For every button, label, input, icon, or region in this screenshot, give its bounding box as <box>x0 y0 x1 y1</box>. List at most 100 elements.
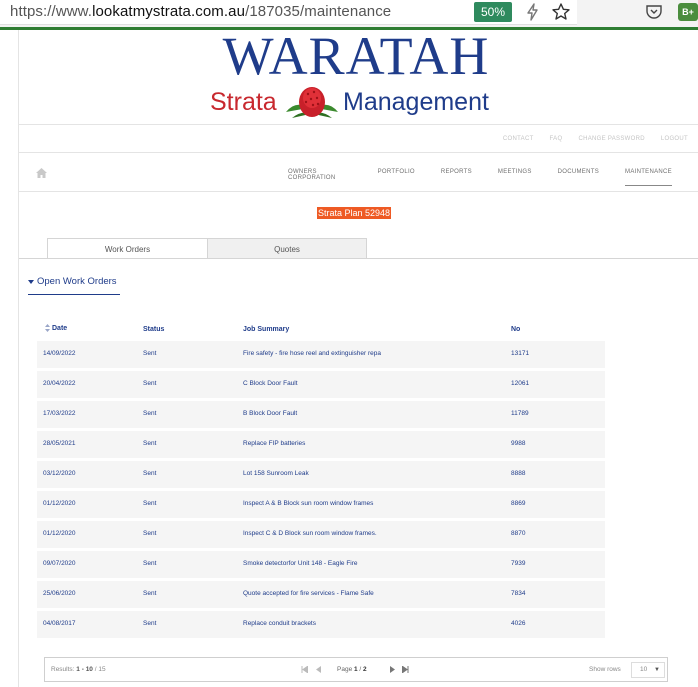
results-summary: Results: 1 - 10 / 15 <box>51 666 106 673</box>
total-pages: 2 <box>363 666 367 673</box>
cell-job-summary[interactable]: Smoke detectorfor Unit 148 - Eagle Fire <box>243 560 358 567</box>
cell-date: 17/03/2022 <box>43 410 76 417</box>
cell-status: Sent <box>143 530 157 537</box>
results-label: Results: <box>51 666 75 673</box>
tab-work-orders[interactable]: Work Orders <box>47 238 208 259</box>
cell-no: 7834 <box>511 590 526 597</box>
column-header-status[interactable]: Status <box>143 326 164 333</box>
table-row[interactable]: 25/06/2020 Sent Quote accepted for fire … <box>37 581 605 608</box>
cell-date: 20/04/2022 <box>43 380 76 387</box>
table-row[interactable]: 28/05/2021 Sent Replace FIP batteries 99… <box>37 431 605 458</box>
home-icon[interactable] <box>36 168 47 178</box>
open-work-orders-toggle[interactable]: Open Work Orders <box>28 276 117 287</box>
cell-status: Sent <box>143 590 157 597</box>
reader-bolt-icon[interactable] <box>523 2 543 22</box>
cell-no: 9988 <box>511 440 526 447</box>
dropdown-arrow-icon: ▼ <box>654 667 660 673</box>
column-header-date-label: Date <box>52 325 68 332</box>
cell-status: Sent <box>143 380 157 387</box>
prev-page-icon[interactable] <box>316 666 322 673</box>
zoom-level-badge[interactable]: 50% <box>474 2 512 22</box>
results-range: 1 - 10 <box>76 666 93 673</box>
column-header-no[interactable]: No <box>511 326 520 333</box>
cell-job-summary[interactable]: Lot 158 Sunroom Leak <box>243 470 309 477</box>
utility-divider <box>19 152 698 153</box>
cell-job-summary[interactable]: Quote accepted for fire services - Flame… <box>243 590 374 597</box>
table-row[interactable]: 14/09/2022 Sent Fire safety - fire hose … <box>37 341 605 368</box>
results-total: 15 <box>98 666 106 673</box>
logo-sub-left: Strata <box>210 88 277 116</box>
utility-nav: CONTACT FAQ CHANGE PASSWORD LOGOUT <box>503 136 688 142</box>
table-row[interactable]: 09/07/2020 Sent Smoke detectorfor Unit 1… <box>37 551 605 578</box>
cell-date: 28/05/2021 <box>43 440 76 447</box>
cell-date: 01/12/2020 <box>43 530 76 537</box>
table-row[interactable]: 01/12/2020 Sent Inspect C & D Block sun … <box>37 521 605 548</box>
cell-status: Sent <box>143 470 157 477</box>
extension-icon[interactable]: B+ <box>678 3 698 21</box>
page-indicator: Page 1 / 2 <box>337 666 367 673</box>
cell-job-summary[interactable]: C Block Door Fault <box>243 380 298 387</box>
page-label: Page <box>337 666 353 673</box>
table-row[interactable]: 20/04/2022 Sent C Block Door Fault 12061 <box>37 371 605 398</box>
column-header-job-summary[interactable]: Job Summary <box>243 326 289 333</box>
sort-icon <box>45 324 50 332</box>
waratah-flower-icon <box>286 87 338 118</box>
cell-status: Sent <box>143 440 157 447</box>
cell-date: 09/07/2020 <box>43 560 76 567</box>
cell-date: 03/12/2020 <box>43 470 76 477</box>
cell-job-summary[interactable]: B Block Door Fault <box>243 410 297 417</box>
cell-job-summary[interactable]: Replace conduit brackets <box>243 620 316 627</box>
column-header-date[interactable]: Date <box>45 324 67 332</box>
waratah-logo[interactable]: WARATAH Strata Management <box>210 29 502 122</box>
cell-status: Sent <box>143 350 157 357</box>
next-page-icon[interactable] <box>389 666 395 673</box>
cell-job-summary[interactable]: Fire safety - fire hose reel and extingu… <box>243 350 381 357</box>
cell-no: 8888 <box>511 470 526 477</box>
util-link-contact[interactable]: CONTACT <box>503 136 534 142</box>
cell-no: 12061 <box>511 380 530 387</box>
url-text[interactable]: https://www.lookatmystrata.com.au/187035… <box>10 3 391 20</box>
main-nav: OWNERS CORPORATION PORTFOLIO REPORTS MEE… <box>288 169 698 186</box>
rows-per-page-value: 10 <box>640 666 648 673</box>
show-rows-label: Show rows <box>589 666 621 673</box>
pocket-icon[interactable] <box>645 3 663 21</box>
section-title: Open Work Orders <box>37 276 117 287</box>
tab-divider <box>19 258 698 259</box>
util-link-faq[interactable]: FAQ <box>550 136 563 142</box>
url-path: /187035/maintenance <box>245 3 392 20</box>
cell-status: Sent <box>143 620 157 627</box>
cell-date: 01/12/2020 <box>43 500 76 507</box>
cell-job-summary[interactable]: Inspect C & D Block sun room window fram… <box>243 530 377 537</box>
cell-date: 04/08/2017 <box>43 620 76 627</box>
nav-portfolio[interactable]: PORTFOLIO <box>378 169 415 181</box>
cell-no: 8870 <box>511 530 526 537</box>
cell-status: Sent <box>143 410 157 417</box>
cell-no: 8869 <box>511 500 526 507</box>
table-row[interactable]: 04/08/2017 Sent Replace conduit brackets… <box>37 611 605 638</box>
last-page-icon[interactable] <box>402 666 409 673</box>
table-row[interactable]: 17/03/2022 Sent B Block Door Fault 11789 <box>37 401 605 428</box>
util-link-logout[interactable]: LOGOUT <box>661 136 688 142</box>
nav-meetings[interactable]: MEETINGS <box>498 169 532 181</box>
bookmark-star-icon[interactable] <box>551 2 571 22</box>
section-underline <box>28 294 120 295</box>
util-link-change-password[interactable]: CHANGE PASSWORD <box>578 136 644 142</box>
nav-documents[interactable]: DOCUMENTS <box>558 169 599 181</box>
header-divider <box>19 124 698 125</box>
tab-quotes[interactable]: Quotes <box>207 238 367 259</box>
rows-per-page-select[interactable]: 10 ▼ <box>631 662 665 678</box>
cell-job-summary[interactable]: Inspect A & B Block sun room window fram… <box>243 500 373 507</box>
first-page-icon[interactable] <box>301 666 308 673</box>
url-host: lookatmystrata.com.au <box>92 3 246 20</box>
cell-job-summary[interactable]: Replace FIP batteries <box>243 440 305 447</box>
nav-reports[interactable]: REPORTS <box>441 169 472 181</box>
table-row[interactable]: 03/12/2020 Sent Lot 158 Sunroom Leak 888… <box>37 461 605 488</box>
table-row[interactable]: 01/12/2020 Sent Inspect A & B Block sun … <box>37 491 605 518</box>
nav-maintenance[interactable]: MAINTENANCE <box>625 169 672 186</box>
pagination-bar: Results: 1 - 10 / 15 Page 1 / 2 Show row… <box>44 657 668 682</box>
url-prefix: https://www. <box>10 3 93 20</box>
nav-owners-corporation[interactable]: OWNERS CORPORATION <box>288 169 352 181</box>
logo-sub-right: Management <box>343 88 489 116</box>
current-page: 1 <box>354 666 358 673</box>
cell-no: 7939 <box>511 560 526 567</box>
